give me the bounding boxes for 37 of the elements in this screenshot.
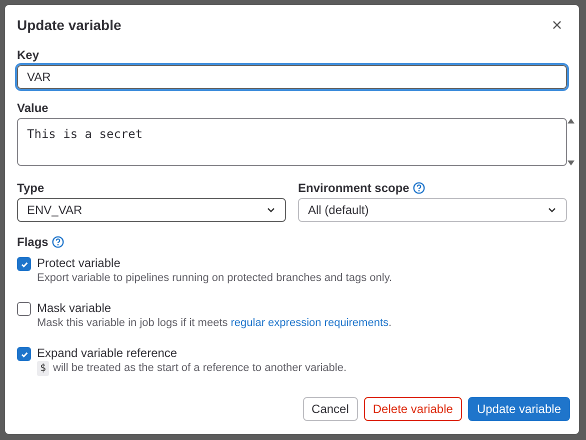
chevron-down-icon [266,205,276,215]
field-label: Flags [17,234,48,250]
checkbox-label[interactable]: Protect variable [37,255,392,271]
help-text: Export variable to pipelines running on protected branches and tags only. [37,271,392,286]
key-input[interactable]: VAR [17,65,567,89]
field-label: Value [17,100,50,116]
textarea-text: This is a secret [26,126,144,143]
field-label: Key [17,46,40,64]
scroll-down-icon[interactable] [567,160,575,166]
delete-button[interactable]: Delete variable [364,397,462,421]
help-text: will be treated as the start of a reference to another variable. [53,361,347,376]
type-select[interactable]: ENV_VAR [17,198,286,222]
select-value: All (default) [308,202,369,219]
help-icon[interactable] [413,182,426,194]
checkbox[interactable] [17,302,31,316]
update-button[interactable]: Update variable [468,397,570,421]
cancel-button[interactable]: Cancel [302,397,358,421]
checkbox[interactable] [17,257,31,271]
checkmark-icon [20,350,28,358]
scroll-up-icon[interactable] [567,118,575,124]
checkbox[interactable] [17,347,31,361]
help-icon[interactable] [52,236,64,248]
checkbox-label[interactable]: Mask variable [37,300,392,316]
help-text: Mask this variable in job logs if it meets [37,316,228,331]
dialog-title: Update variable [17,16,122,35]
checkmark-icon [20,260,28,268]
value-textarea[interactable]: This is a secret [17,118,567,166]
code-snippet: $ [37,361,50,376]
help-text: . [388,316,392,331]
close-button[interactable]: × [547,15,567,35]
chevron-down-icon [547,205,557,215]
field-label: Type [17,180,44,196]
field-label: Environment scope [298,180,410,196]
select-value: ENV_VAR [27,202,82,219]
checkbox-label[interactable]: Expand variable reference [37,345,347,361]
environment-scope-select[interactable]: All (default) [298,198,567,222]
help-link[interactable]: regular expression requirements [230,316,388,331]
